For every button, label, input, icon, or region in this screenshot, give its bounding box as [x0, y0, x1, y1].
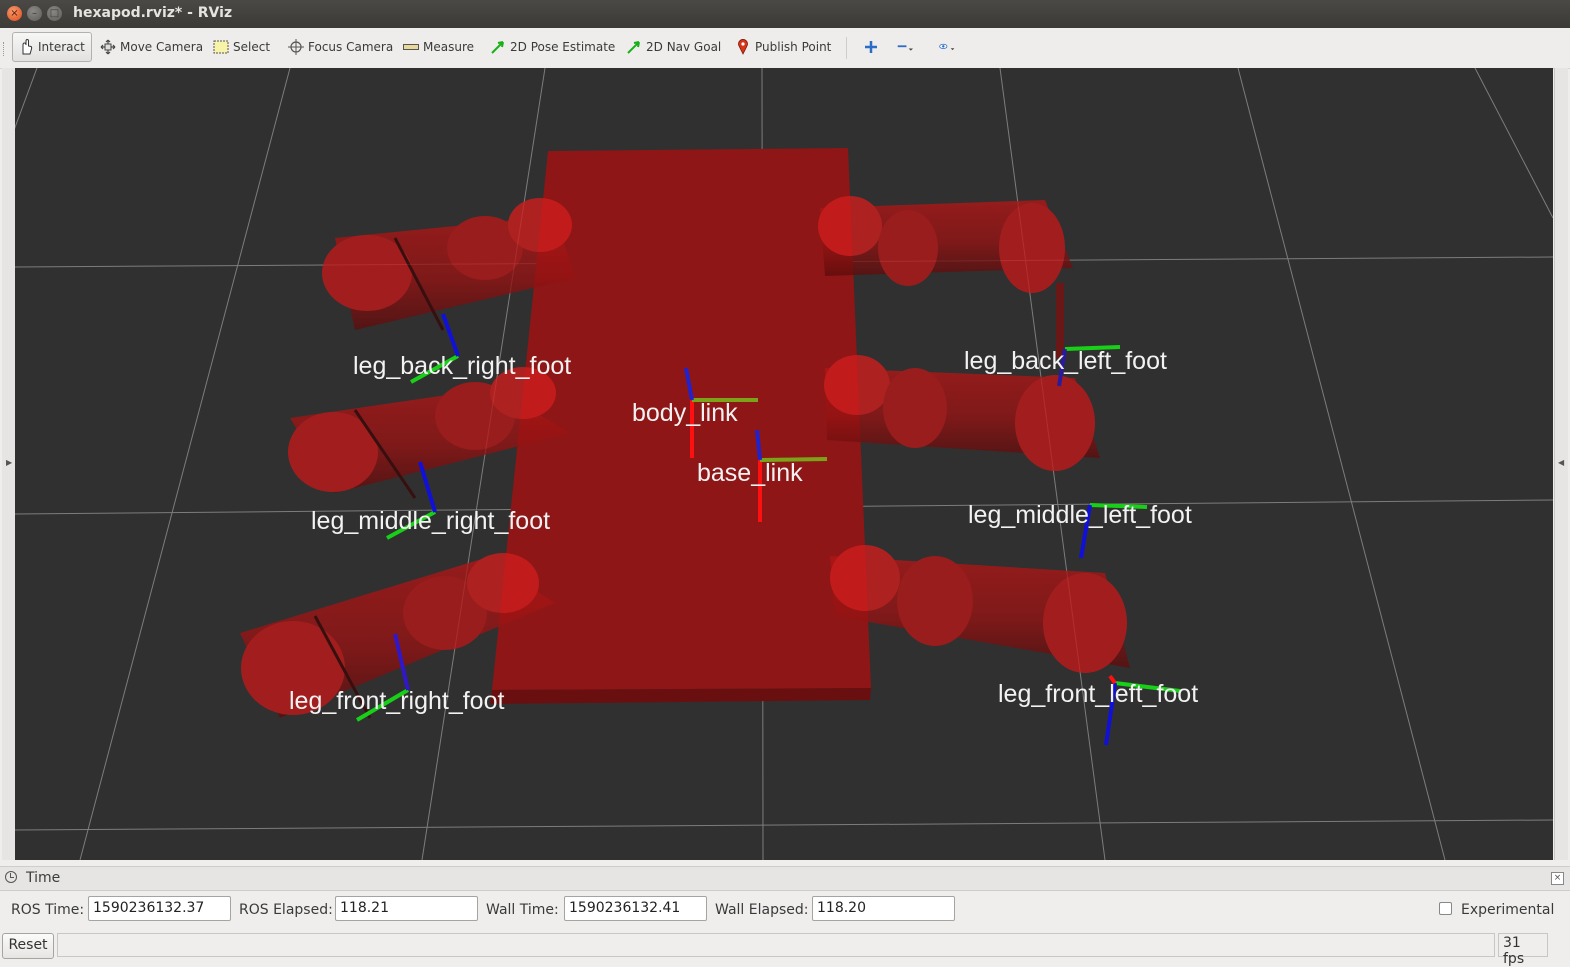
- toolbar-grip[interactable]: [3, 42, 7, 56]
- tool-select-label: Select: [233, 40, 271, 54]
- time-panel-title: Time: [26, 870, 61, 886]
- frame-label-leg-middle-left-foot: leg_middle_left_foot: [968, 501, 1192, 529]
- leg-front-left: [830, 545, 1130, 673]
- tool-2d-nav-goal-label: 2D Nav Goal: [646, 40, 722, 54]
- frame-label-base-link: base_link: [697, 459, 803, 487]
- tool-2d-pose-estimate[interactable]: 2D Pose Estimate: [485, 32, 620, 62]
- focus-camera-icon: [288, 39, 304, 55]
- time-panel-row: ROS Time: 1590236132.37 ROS Elapsed: 118…: [0, 890, 1570, 928]
- toolbar-separator: [846, 37, 847, 59]
- tool-measure[interactable]: Measure: [398, 32, 479, 62]
- ros-elapsed-label: ROS Elapsed:: [239, 902, 333, 918]
- add-tool-icon: [863, 39, 879, 55]
- clock-icon: [5, 871, 17, 883]
- tool-focus-camera[interactable]: Focus Camera: [283, 32, 398, 62]
- frame-label-leg-back-left-foot: leg_back_left_foot: [964, 347, 1167, 375]
- wall-time-field[interactable]: 1590236132.41: [564, 896, 707, 921]
- green-arrow-icon: [626, 39, 642, 55]
- ros-time-label: ROS Time:: [11, 902, 85, 918]
- tool-move-camera[interactable]: Move Camera: [95, 32, 208, 62]
- experimental-label: Experimental: [1461, 902, 1555, 918]
- ruler-icon: [403, 39, 419, 55]
- left-dock-handle[interactable]: ▶: [2, 68, 16, 860]
- tool-move-camera-label: Move Camera: [120, 40, 204, 54]
- view-options-icon: [939, 39, 955, 55]
- scene-svg: body_link base_link leg_back_right_foot …: [15, 68, 1553, 860]
- window-maximize-button[interactable]: □: [47, 6, 62, 21]
- expand-right-icon: ▶: [6, 458, 13, 467]
- ros-time-field[interactable]: 1590236132.37: [88, 896, 231, 921]
- render-viewport[interactable]: body_link base_link leg_back_right_foot …: [15, 68, 1553, 860]
- tool-select[interactable]: Select: [208, 32, 275, 62]
- map-pin-icon: [735, 39, 751, 55]
- ros-elapsed-field[interactable]: 118.21: [335, 896, 478, 921]
- remove-tool-button[interactable]: [892, 32, 922, 62]
- select-icon: [213, 39, 229, 55]
- window-minimize-button[interactable]: –: [27, 6, 42, 21]
- move-camera-icon: [100, 39, 116, 55]
- view-options-button[interactable]: [934, 32, 964, 62]
- experimental-checkbox[interactable]: [1439, 902, 1452, 915]
- fps-readout: 31 fps: [1498, 933, 1548, 967]
- window-title: hexapod.rviz* - RViz: [73, 5, 233, 21]
- expand-left-icon: ◀: [1558, 458, 1565, 467]
- tool-publish-point-label: Publish Point: [755, 40, 832, 54]
- reset-button[interactable]: Reset: [2, 933, 54, 959]
- frame-label-leg-front-right-foot: leg_front_right_foot: [289, 687, 504, 715]
- frame-label-leg-back-right-foot: leg_back_right_foot: [353, 352, 571, 380]
- green-arrow-icon: [490, 39, 506, 55]
- window-close-button[interactable]: ×: [7, 6, 22, 21]
- frame-label-leg-front-left-foot: leg_front_left_foot: [998, 680, 1198, 708]
- toolbar: Interact Move Camera Select Focus Camera…: [0, 28, 1570, 69]
- time-panel-close-button[interactable]: ×: [1551, 872, 1564, 885]
- frame-label-leg-middle-right-foot: leg_middle_right_foot: [311, 507, 550, 535]
- tool-focus-camera-label: Focus Camera: [308, 40, 394, 54]
- frame-label-body-link: body_link: [632, 399, 738, 427]
- wall-time-label: Wall Time:: [486, 902, 559, 918]
- wall-elapsed-field[interactable]: 118.20: [812, 896, 955, 921]
- right-dock-handle[interactable]: ◀: [1554, 68, 1568, 860]
- hand-icon: [18, 39, 34, 55]
- tool-2d-nav-goal[interactable]: 2D Nav Goal: [621, 32, 726, 62]
- status-message-area: [57, 933, 1495, 957]
- status-bar: Reset 31 fps: [0, 930, 1570, 967]
- remove-tool-icon: [897, 39, 913, 55]
- time-panel-header: Time ×: [0, 866, 1570, 891]
- window-titlebar: × – □ hexapod.rviz* - RViz: [0, 0, 1570, 29]
- tool-interact-label: Interact: [38, 40, 85, 54]
- tool-interact[interactable]: Interact: [12, 32, 92, 62]
- add-tool-button[interactable]: [858, 32, 888, 62]
- wall-elapsed-label: Wall Elapsed:: [715, 902, 809, 918]
- tool-measure-label: Measure: [423, 40, 474, 54]
- tool-publish-point[interactable]: Publish Point: [730, 32, 836, 62]
- tool-2d-pose-estimate-label: 2D Pose Estimate: [510, 40, 616, 54]
